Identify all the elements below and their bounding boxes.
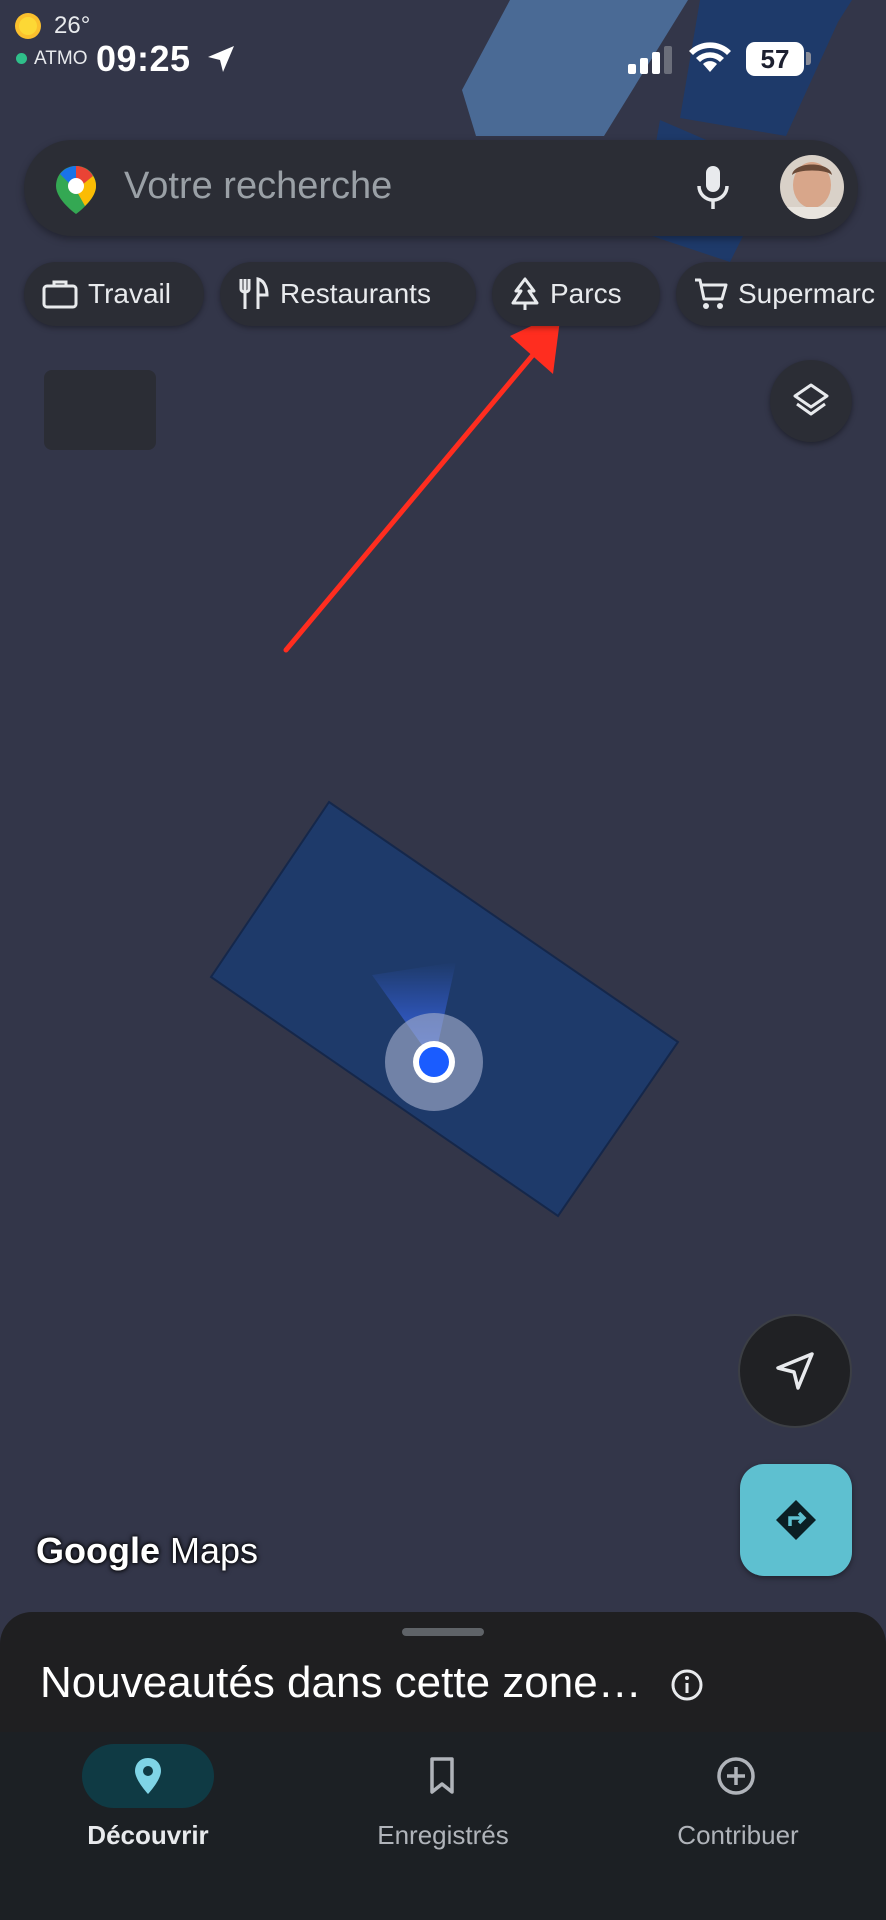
chip-label: Restaurants — [280, 278, 431, 309]
nav-label-decouvrir: Découvrir — [87, 1820, 209, 1850]
search-input[interactable]: Votre recherche — [124, 165, 392, 208]
air-quality-dot — [16, 53, 27, 64]
chip-label: Supermarc — [738, 278, 875, 309]
sheet-title: Nouveautés dans cette zone… — [40, 1658, 642, 1707]
navigation-arrow-icon — [776, 1352, 814, 1390]
briefcase-icon — [42, 280, 78, 309]
chip-travail[interactable]: Travail — [24, 262, 204, 326]
bookmark-icon — [430, 1757, 454, 1794]
wifi-icon — [689, 42, 731, 72]
info-icon[interactable] — [670, 1668, 704, 1702]
cart-icon — [695, 278, 728, 309]
location-pin-icon — [135, 1758, 161, 1794]
battery-cap — [806, 52, 811, 65]
watermark-brand: Google — [36, 1530, 160, 1571]
air-quality-label: ATMO — [34, 48, 88, 69]
chip-parcs[interactable]: Parcs — [492, 262, 660, 326]
directions-icon — [776, 1500, 816, 1540]
battery-indicator: 57 — [746, 42, 804, 76]
nav-label-enregistres: Enregistrés — [377, 1820, 509, 1850]
my-location-button[interactable] — [738, 1314, 852, 1428]
directions-button[interactable] — [740, 1464, 852, 1576]
chip-label: Parcs — [550, 278, 622, 309]
tree-icon — [511, 277, 539, 310]
layers-button[interactable] — [770, 360, 852, 442]
chip-restaurants[interactable]: Restaurants — [220, 262, 476, 326]
cellular-signal-icon — [628, 46, 672, 74]
avatar[interactable] — [780, 155, 844, 219]
sun-icon — [15, 13, 41, 39]
google-maps-watermark: Google Maps — [36, 1530, 258, 1572]
sheet-drag-handle[interactable] — [402, 1628, 484, 1636]
weather-temperature: 26° — [54, 12, 91, 39]
chip-supermarche[interactable]: Supermarc — [676, 262, 886, 326]
weather-widget[interactable] — [44, 370, 156, 450]
status-time: 09:25 — [96, 38, 191, 79]
google-maps-logo-icon — [56, 166, 96, 214]
location-dot — [419, 1047, 449, 1077]
microphone-icon[interactable] — [694, 164, 732, 212]
chip-label: Travail — [88, 278, 171, 309]
location-arrow-icon — [208, 46, 234, 72]
nav-label-contribuer: Contribuer — [677, 1820, 799, 1850]
watermark-product: Maps — [170, 1530, 259, 1571]
layers-icon — [793, 383, 829, 416]
add-circle-icon — [717, 1757, 755, 1795]
fork-knife-icon — [239, 277, 269, 309]
